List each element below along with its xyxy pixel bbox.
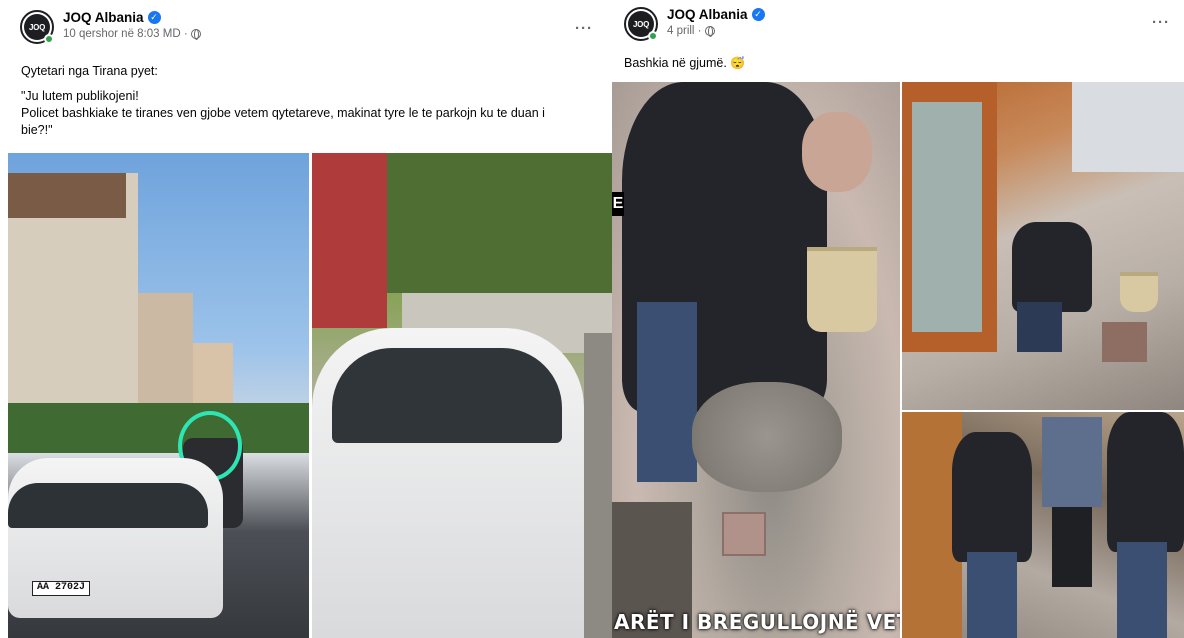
post-header: JOQ JOQ Albania ✓ 10 qershor në 8:03 MD … <box>20 10 201 44</box>
trees <box>8 403 309 453</box>
post-header: JOQ JOQ Albania ✓ 4 prill · <box>624 7 765 41</box>
online-status-dot <box>648 31 658 41</box>
bucket <box>807 247 877 332</box>
street-background <box>1072 82 1184 172</box>
windshield <box>332 348 562 443</box>
post-text-line: bie?!" <box>21 123 53 137</box>
page-avatar[interactable]: JOQ <box>624 7 658 41</box>
globe-icon <box>190 29 201 40</box>
more-options-icon[interactable]: ··· <box>1152 14 1170 31</box>
man-jacket <box>1012 222 1092 312</box>
overlay-caption: ARËT I BREGULLOJNË VETË <box>614 610 900 634</box>
post-meta: JOQ Albania ✓ 10 qershor në 8:03 MD · <box>63 10 201 40</box>
post-photo[interactable]: E ARËT I BREGULLOJNË VETË <box>612 82 900 638</box>
verified-badge-icon: ✓ <box>751 8 765 21</box>
windshield <box>8 483 208 528</box>
post-photo[interactable] <box>902 412 1184 638</box>
video-edge-letter: E <box>612 192 624 216</box>
post-photo[interactable] <box>902 82 1184 410</box>
post-text: Qytetari nga Tirana pyet: "Ju lutem publ… <box>21 63 606 139</box>
jeans <box>1017 302 1062 352</box>
post-text-line: Qytetari nga Tirana pyet: <box>21 64 158 78</box>
building <box>138 293 193 403</box>
bucket <box>1120 272 1158 312</box>
page-name-link[interactable]: JOQ Albania <box>667 7 748 22</box>
online-status-dot <box>44 34 54 44</box>
post-timestamp[interactable]: 4 prill · <box>667 25 702 37</box>
shop-sign <box>312 153 387 328</box>
page-avatar[interactable]: JOQ <box>20 10 54 44</box>
jeans <box>1117 542 1167 638</box>
person-dark-jacket <box>1107 412 1184 552</box>
trousers <box>1052 507 1092 587</box>
paving-brick <box>722 512 766 556</box>
awning <box>8 173 126 218</box>
plaid-shirt <box>1042 417 1102 507</box>
sleeping-emoji-icon: 😴 <box>730 56 746 70</box>
more-options-icon[interactable]: ··· <box>575 20 593 37</box>
post-photo[interactable] <box>312 153 612 638</box>
page-name-link[interactable]: JOQ Albania <box>63 10 144 25</box>
post-text-line: Bashkia në gjumë. <box>624 56 727 70</box>
verified-badge-icon: ✓ <box>147 11 161 24</box>
man-jacket <box>952 432 1032 562</box>
jeans <box>967 552 1017 638</box>
right-post: JOQ JOQ Albania ✓ 4 prill · ··· Bashkia … <box>612 0 1184 638</box>
brick-pile <box>1102 322 1147 362</box>
sidewalk <box>584 333 612 638</box>
post-text: Bashkia në gjumë. 😴 <box>624 55 1164 72</box>
license-plate: AA 2702J <box>32 581 90 596</box>
building <box>193 343 233 403</box>
man-head <box>802 112 872 192</box>
trees <box>387 153 612 293</box>
jeans <box>637 302 697 482</box>
post-text-line: "Ju lutem publikojeni! <box>21 89 139 103</box>
post-timestamp[interactable]: 10 qershor në 8:03 MD · <box>63 28 188 40</box>
post-meta: JOQ Albania ✓ 4 prill · <box>667 7 765 37</box>
shop-window <box>912 102 982 332</box>
cement-patch <box>692 382 842 492</box>
left-post: JOQ JOQ Albania ✓ 10 qershor në 8:03 MD … <box>0 0 612 638</box>
post-text-line: Policet bashkiake te tiranes ven gjobe v… <box>21 106 545 120</box>
globe-icon <box>704 26 715 37</box>
post-photo[interactable]: AA 2702J <box>8 153 309 638</box>
